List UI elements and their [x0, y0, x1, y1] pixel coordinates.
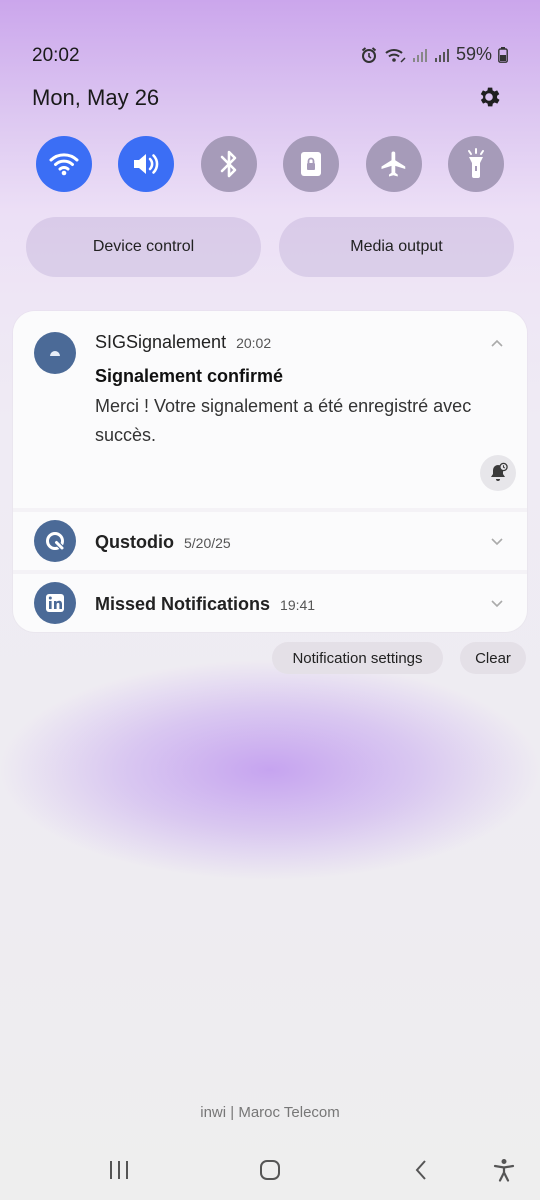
back-button[interactable] [406, 1157, 436, 1183]
chevron-down-icon[interactable] [489, 596, 505, 612]
home-icon [260, 1160, 280, 1180]
sigsignalement-app-icon [34, 332, 76, 374]
wifi-toggle[interactable] [36, 136, 92, 192]
wifi-calling-icon [384, 46, 406, 64]
notification-settings-button[interactable]: Notification settings [272, 642, 443, 674]
signal-icon [412, 47, 428, 63]
app-name: SIGSignalement [95, 332, 227, 352]
flashlight-toggle[interactable] [447, 136, 504, 192]
quick-toggles [36, 136, 504, 192]
navigation-bar [0, 1145, 540, 1195]
notification-time: 5/20/25 [184, 535, 231, 551]
battery-percent: 59% [455, 44, 492, 64]
wifi-icon [49, 153, 79, 176]
status-time: 20:02 [32, 45, 80, 66]
rotation-lock-icon [301, 152, 322, 176]
home-button[interactable] [255, 1157, 285, 1183]
bluetooth-toggle[interactable] [200, 136, 257, 192]
notification-time: 20:02 [236, 335, 272, 351]
date-label: Mon, May 26 [32, 85, 160, 110]
qustodio-app-icon [34, 520, 76, 562]
back-icon [415, 1160, 426, 1180]
notification-time: 19:41 [280, 597, 316, 613]
carrier-label: inwi | Maroc Telecom [200, 1104, 340, 1121]
clear-button[interactable]: Clear [460, 642, 526, 674]
airplane-icon [381, 151, 405, 177]
linkedin-app-icon [34, 582, 76, 624]
notification-sigsignalement[interactable]: SIGSignalement 20:02 Signalement confirmé… [13, 311, 527, 508]
snooze-button[interactable] [480, 455, 516, 491]
recents-icon [110, 1161, 128, 1179]
device-control-button[interactable]: Device control [26, 217, 261, 277]
sound-icon [134, 154, 159, 174]
notification-header: SIGSignalement 20:02 [95, 332, 271, 353]
media-output-button[interactable]: Media output [279, 217, 514, 277]
notification-missed[interactable]: Missed Notifications 19:41 [13, 574, 527, 632]
flashlight-icon [467, 148, 484, 178]
notification-card: SIGSignalement 20:02 Signalement confirmé… [13, 311, 527, 632]
snooze-bell-icon [491, 462, 508, 481]
app-name: Qustodio [95, 532, 174, 552]
battery-icon [498, 46, 508, 63]
sound-toggle[interactable] [118, 136, 175, 192]
rotation-lock-toggle[interactable] [283, 136, 340, 192]
accessibility-button[interactable] [489, 1157, 519, 1183]
recents-button[interactable] [104, 1157, 134, 1183]
alarm-icon [360, 46, 378, 64]
signal-icon [434, 47, 450, 63]
notification-body: Merci ! Votre signalement a été enregist… [95, 396, 472, 445]
airplane-toggle[interactable] [365, 136, 422, 192]
chevron-up-icon[interactable] [489, 335, 505, 351]
notification-header: Qustodio 5/20/25 [95, 532, 231, 553]
notification-title: Signalement confirmé [95, 366, 284, 386]
settings-button[interactable] [474, 82, 504, 112]
notification-qustodio[interactable]: Qustodio 5/20/25 [13, 512, 527, 570]
status-icons: 59% [360, 44, 508, 65]
accessibility-icon [493, 1159, 515, 1182]
app-name: Missed Notifications [95, 594, 271, 614]
chevron-down-icon[interactable] [489, 534, 505, 550]
notification-header: Missed Notifications 19:41 [95, 594, 315, 615]
gear-icon [480, 87, 500, 107]
bluetooth-icon [220, 150, 237, 178]
